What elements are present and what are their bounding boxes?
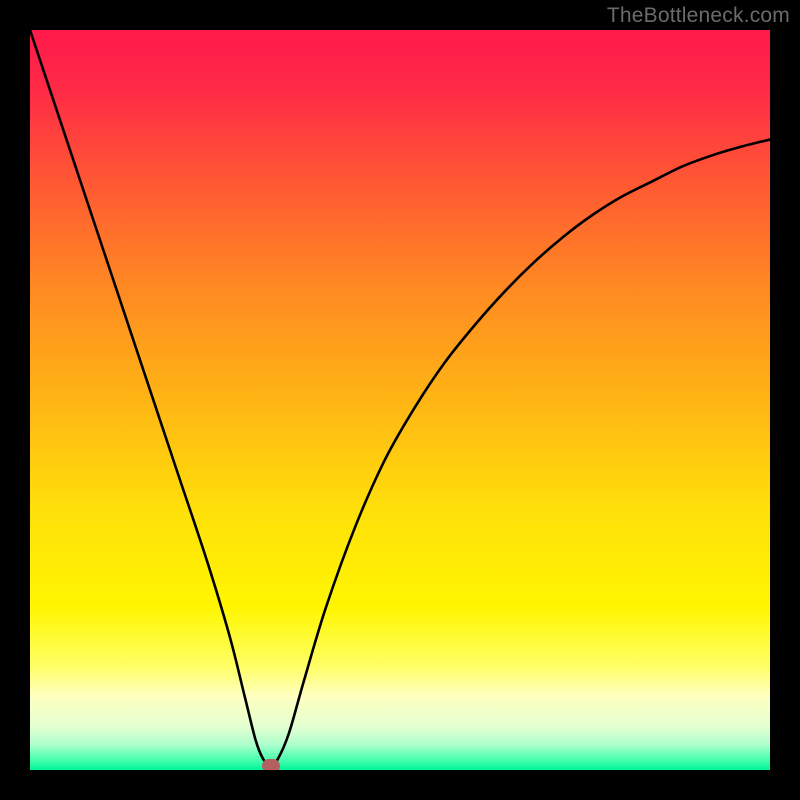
watermark-text: TheBottleneck.com xyxy=(607,4,790,28)
plot-area xyxy=(30,30,770,770)
background-gradient xyxy=(30,30,770,770)
chart-frame: TheBottleneck.com xyxy=(0,0,800,800)
